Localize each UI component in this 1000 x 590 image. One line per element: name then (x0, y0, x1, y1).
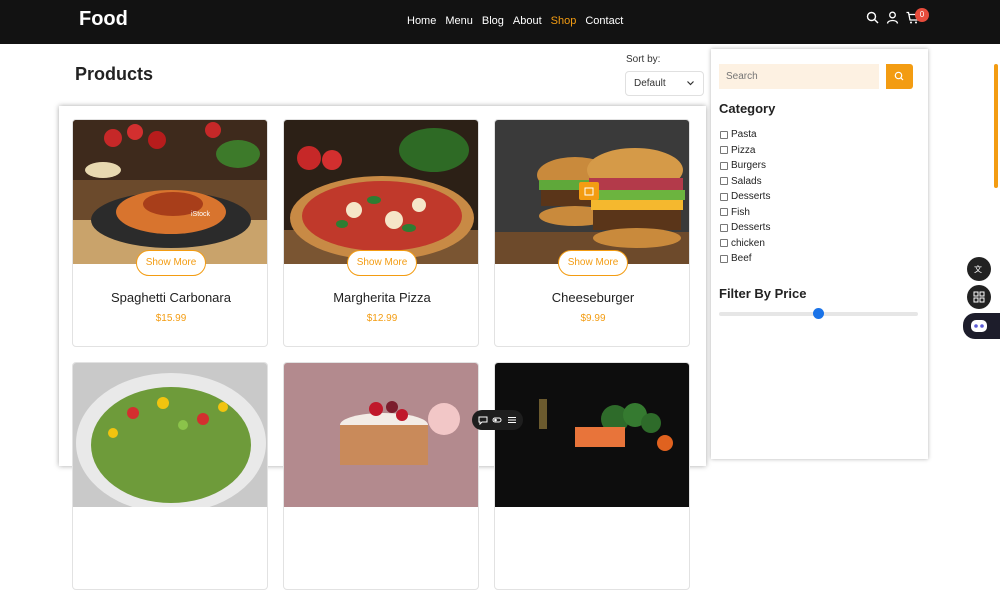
category-label: Salads (731, 175, 762, 187)
robot-icon (971, 320, 987, 332)
category-label: Pasta (731, 129, 757, 141)
show-more-button[interactable]: Show More (558, 250, 628, 276)
grid-icon (973, 291, 985, 303)
product-card[interactable]: Show More Cheeseburger $9.99 (494, 119, 690, 347)
checkbox[interactable] (720, 146, 728, 155)
product-name[interactable]: Margherita Pizza (284, 290, 478, 305)
product-price: $15.99 (155, 313, 187, 324)
product-price: $12.99 (366, 313, 398, 324)
category-item-burgers[interactable]: Burgers (720, 158, 770, 174)
nav-shop[interactable]: Shop (551, 15, 577, 27)
price-filter-title: Filter By Price (719, 286, 807, 301)
sort-label: Sort by: (626, 54, 661, 65)
salad-photo (73, 363, 267, 507)
cake-photo (284, 363, 478, 507)
user-icon[interactable] (886, 11, 899, 24)
category-label: Pizza (731, 144, 756, 156)
main-nav: Home Menu Blog About Shop Contact (407, 15, 623, 27)
product-card[interactable] (72, 362, 268, 590)
pasta-photo: iStock (73, 120, 267, 264)
category-item-pasta[interactable]: Pasta (720, 127, 770, 143)
search-button[interactable] (886, 64, 913, 89)
svg-text:文: 文 (974, 264, 982, 274)
cart-count-badge: 0 (915, 8, 929, 22)
pizza-photo (284, 120, 478, 264)
brand-logo[interactable]: Food (79, 8, 128, 31)
show-more-button[interactable]: Show More (136, 250, 206, 276)
category-label: Desserts (731, 222, 771, 234)
burger-photo (495, 120, 689, 264)
category-label: Fish (731, 206, 750, 218)
sort-select[interactable]: Default (625, 71, 704, 96)
category-item-chicken[interactable]: chicken (720, 236, 770, 252)
category-item-desserts-2[interactable]: Desserts (720, 220, 770, 236)
product-name[interactable]: Spaghetti Carbonara (73, 290, 267, 305)
search-box (719, 64, 913, 89)
product-card[interactable]: Show More Margherita Pizza $12.99 (283, 119, 479, 347)
search-input[interactable] (719, 64, 879, 89)
nav-contact[interactable]: Contact (585, 15, 623, 27)
checkbox[interactable] (720, 161, 728, 170)
assistant-tab[interactable] (963, 313, 1000, 339)
filter-sidebar: Category Pasta Pizza Burgers Salads Dess… (711, 49, 928, 459)
nav-blog[interactable]: Blog (482, 15, 504, 27)
chevron-down-icon (686, 76, 695, 99)
page-scrollbar[interactable] (994, 64, 998, 188)
category-item-desserts[interactable]: Desserts (720, 189, 770, 205)
product-card[interactable]: iStock Show More Spaghetti Carbonara $15… (72, 119, 268, 347)
checkbox[interactable] (720, 254, 728, 263)
comment-icon[interactable] (478, 415, 488, 425)
istock-watermark: iStock (191, 211, 211, 218)
search-icon (894, 71, 904, 81)
category-item-pizza[interactable]: Pizza (720, 143, 770, 159)
translate-button[interactable]: 文 (967, 257, 991, 281)
floating-toolbar (472, 410, 523, 430)
category-label: chicken (731, 237, 765, 249)
checkbox[interactable] (720, 208, 728, 217)
product-card[interactable] (494, 362, 690, 590)
products-panel: iStock Show More Spaghetti Carbonara $15… (59, 106, 706, 590)
search-icon[interactable] (866, 11, 879, 24)
salmon-vegetables-photo (495, 363, 689, 507)
menu-icon[interactable] (507, 415, 517, 425)
checkbox[interactable] (720, 192, 728, 201)
checkbox[interactable] (720, 223, 728, 232)
toggle-icon[interactable] (492, 415, 502, 425)
top-navbar: Food Home Menu Blog About Shop Contact 0 (0, 0, 1000, 44)
category-label: Burgers (731, 160, 767, 172)
header-actions (866, 11, 919, 24)
checkbox[interactable] (720, 130, 728, 139)
product-price: $9.99 (580, 313, 606, 324)
nav-home[interactable]: Home (407, 15, 436, 27)
category-title: Category (719, 101, 776, 116)
category-list: Pasta Pizza Burgers Salads Desserts Fish… (720, 127, 770, 267)
product-card[interactable] (283, 362, 479, 590)
checkbox[interactable] (720, 177, 728, 186)
product-name[interactable]: Cheeseburger (495, 290, 689, 305)
nav-about[interactable]: About (513, 15, 542, 27)
checkbox[interactable] (720, 239, 728, 248)
category-item-fish[interactable]: Fish (720, 205, 770, 221)
category-label: Beef (731, 253, 752, 265)
apps-button[interactable] (967, 285, 991, 309)
category-label: Desserts (731, 191, 771, 203)
page-title: Products (75, 64, 154, 84)
category-item-salads[interactable]: Salads (720, 174, 770, 190)
nav-menu[interactable]: Menu (445, 15, 473, 27)
translate-icon: 文 (974, 264, 982, 274)
price-slider-thumb[interactable] (813, 308, 824, 319)
show-more-button[interactable]: Show More (347, 250, 417, 276)
sort-value: Default (634, 78, 666, 89)
category-item-beef[interactable]: Beef (720, 251, 770, 267)
